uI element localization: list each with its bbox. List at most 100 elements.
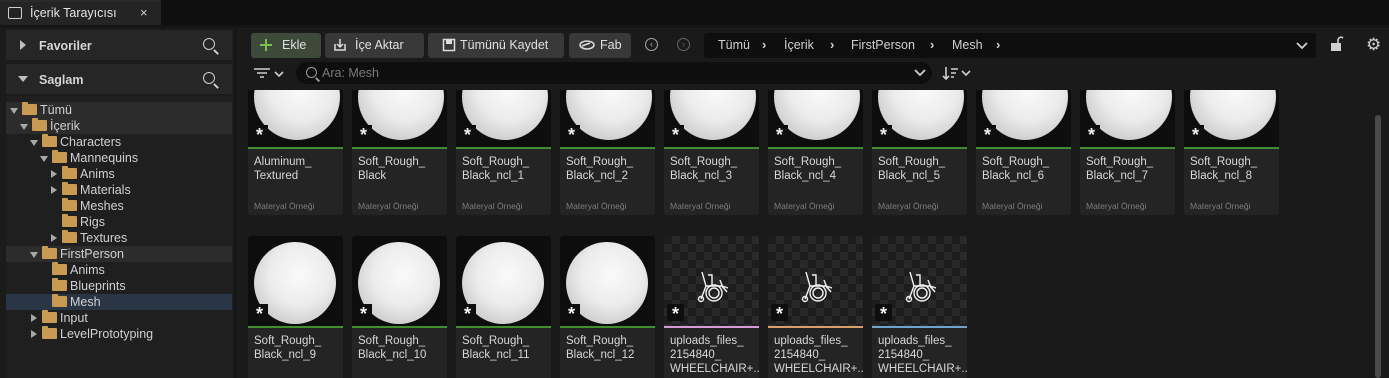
chevron-right-icon[interactable] — [51, 170, 57, 178]
tree-item[interactable]: Mesh — [6, 294, 232, 310]
tab-content-browser[interactable]: İçerik Tarayıcısı × — [0, 0, 161, 25]
unsaved-star-icon: * — [771, 125, 788, 145]
tree-item-label: Meshes — [80, 199, 124, 213]
tree-item[interactable]: Mannequins — [6, 150, 232, 166]
wheelchair-icon — [796, 266, 836, 309]
chevron-right-icon[interactable] — [31, 330, 37, 338]
asset-type-color-strip — [248, 326, 343, 328]
back-icon[interactable]: ‹ — [645, 38, 658, 51]
chevron-down-icon[interactable] — [40, 156, 48, 162]
breadcrumb-item-content[interactable]: İçerik — [784, 38, 814, 52]
asset-tile[interactable]: * Aluminum_ Textured Materyal Örneği — [248, 90, 343, 215]
asset-tile[interactable]: * Soft_Rough_ Black_ncl_12 — [560, 236, 655, 378]
tree-item[interactable]: Textures — [6, 230, 232, 246]
chevron-down-icon[interactable] — [1296, 41, 1308, 51]
unsaved-star-icon: * — [771, 304, 788, 324]
unsaved-star-icon: * — [875, 125, 892, 145]
chevron-right-icon[interactable]: › — [830, 37, 834, 52]
source-header[interactable]: Saglam — [6, 64, 232, 94]
tree-item[interactable]: Blueprints — [6, 278, 232, 294]
tree-item[interactable]: Input — [6, 310, 232, 326]
tree-item[interactable]: Anims — [6, 262, 232, 278]
chevron-down-icon[interactable] — [30, 140, 38, 146]
tree-item[interactable]: Meshes — [6, 198, 232, 214]
breadcrumb-item-all[interactable]: Tümü — [718, 38, 750, 52]
asset-type-color-strip — [872, 147, 967, 149]
filter-row — [244, 62, 1389, 86]
asset-tile[interactable]: * uploads_files_ 2154840_ WHEELCHAIR+... — [768, 236, 863, 378]
tree-item[interactable]: Materials — [6, 182, 232, 198]
chevron-right-icon[interactable]: › — [930, 37, 934, 52]
asset-tile[interactable]: * uploads_files_ 2154840_ WHEELCHAIR+... — [872, 236, 967, 378]
close-icon[interactable]: × — [140, 5, 148, 20]
asset-type-color-strip — [560, 147, 655, 149]
tree-item[interactable]: Rigs — [6, 214, 232, 230]
toolbar: Ekle İçe Aktar Tümünü Kaydet Fab ‹ › Tüm… — [244, 30, 1389, 60]
fab-label: Fab — [600, 38, 622, 52]
folder-icon — [42, 134, 57, 147]
tree-item[interactable]: LevelPrototyping — [6, 326, 232, 342]
asset-tile[interactable]: * Soft_Rough_ Black Materyal Örneği — [352, 90, 447, 215]
sort-icon[interactable] — [942, 66, 972, 80]
asset-tile[interactable]: * Soft_Rough_ Black_ncl_11 — [456, 236, 551, 378]
unsaved-star-icon: * — [355, 304, 372, 324]
asset-name: Aluminum_ Textured — [254, 156, 312, 182]
gear-icon[interactable]: ⚙ — [1366, 35, 1381, 55]
add-button[interactable]: Ekle — [251, 33, 321, 58]
tree-item[interactable]: Anims — [6, 166, 232, 182]
asset-tile[interactable]: * Soft_Rough_ Black_ncl_6 Materyal Örneği — [976, 90, 1071, 215]
fab-button[interactable]: Fab — [569, 33, 631, 58]
asset-type: Materyal Örneği — [982, 201, 1043, 211]
tree-item[interactable]: İçerik — [6, 118, 232, 134]
asset-name: Soft_Rough_ Black_ncl_12 — [566, 335, 635, 361]
lock-icon[interactable] — [1330, 36, 1344, 52]
chevron-down-icon[interactable] — [30, 252, 38, 258]
chevron-right-icon[interactable] — [20, 40, 26, 50]
chevron-right-icon[interactable] — [31, 314, 37, 322]
search-icon[interactable] — [203, 38, 215, 50]
tree-item-label: Materials — [80, 183, 131, 197]
asset-tile[interactable]: * uploads_files_ 2154840_ WHEELCHAIR+... — [664, 236, 759, 378]
search-box[interactable] — [296, 62, 932, 84]
asset-tile[interactable]: * Soft_Rough_ Black_ncl_10 — [352, 236, 447, 378]
plus-icon — [260, 39, 272, 51]
asset-tile[interactable]: * Soft_Rough_ Black_ncl_8 Materyal Örneği — [1184, 90, 1279, 215]
folder-icon — [32, 118, 47, 131]
forward-icon[interactable]: › — [677, 38, 690, 51]
asset-type-color-strip — [872, 326, 967, 328]
folder-icon — [22, 102, 37, 115]
asset-tile[interactable]: * Soft_Rough_ Black_ncl_9 — [248, 236, 343, 378]
scrollbar[interactable] — [1375, 115, 1381, 378]
asset-tile[interactable]: * Soft_Rough_ Black_ncl_7 Materyal Örneği — [1080, 90, 1175, 215]
chevron-down-icon[interactable] — [10, 108, 18, 114]
tree-item[interactable]: Tümü — [6, 102, 232, 118]
chevron-right-icon[interactable]: › — [996, 37, 1000, 52]
search-input[interactable] — [322, 64, 902, 82]
search-icon[interactable] — [203, 72, 215, 84]
chevron-right-icon[interactable]: › — [762, 37, 766, 52]
asset-name: uploads_files_ 2154840_ WHEELCHAIR+... — [878, 335, 967, 375]
tree-item[interactable]: FirstPerson — [6, 246, 232, 262]
chevron-right-icon[interactable] — [51, 186, 57, 194]
asset-tile[interactable]: * Soft_Rough_ Black_ncl_1 Materyal Örneği — [456, 90, 551, 215]
import-button[interactable]: İçe Aktar — [325, 33, 424, 58]
asset-tile[interactable]: * Soft_Rough_ Black_ncl_5 Materyal Örneği — [872, 90, 967, 215]
asset-tile[interactable]: * Soft_Rough_ Black_ncl_2 Materyal Örneği — [560, 90, 655, 215]
chevron-down-icon[interactable] — [18, 76, 28, 82]
tree-item[interactable]: Characters — [6, 134, 232, 150]
unsaved-star-icon: * — [251, 125, 268, 145]
breadcrumb-item-mesh[interactable]: Mesh — [952, 38, 983, 52]
tab-bar — [0, 0, 1389, 25]
asset-tile[interactable]: * Soft_Rough_ Black_ncl_4 Materyal Örneği — [768, 90, 863, 215]
chevron-down-icon[interactable] — [20, 124, 28, 130]
breadcrumb: Tümü › İçerik › FirstPerson › Mesh › — [704, 33, 1316, 58]
breadcrumb-item-firstperson[interactable]: FirstPerson — [851, 38, 915, 52]
save-all-button[interactable]: Tümünü Kaydet — [428, 33, 564, 58]
asset-type: Materyal Örneği — [878, 201, 939, 211]
asset-name: Soft_Rough_ Black_ncl_10 — [358, 335, 427, 361]
filter-icon[interactable] — [254, 67, 284, 81]
chevron-right-icon[interactable] — [51, 234, 57, 242]
chevron-down-icon[interactable] — [914, 68, 926, 78]
asset-tile[interactable]: * Soft_Rough_ Black_ncl_3 Materyal Örneği — [664, 90, 759, 215]
favorites-header[interactable]: Favoriler — [6, 30, 232, 60]
